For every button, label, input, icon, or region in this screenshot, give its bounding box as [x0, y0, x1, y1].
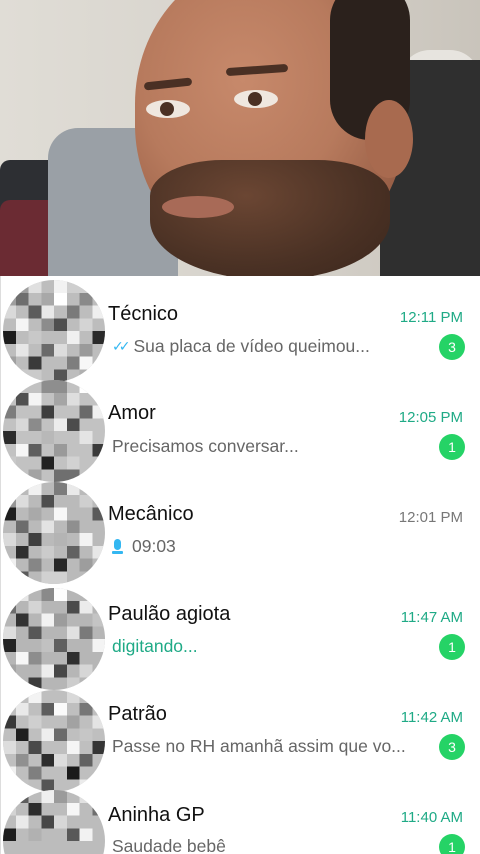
chat-item-mecanico[interactable]: Mecânico 12:01 PM 09:03 — [1, 478, 480, 584]
chat-time: 11:42 AM — [400, 709, 463, 726]
chat-item-paulao-agiota[interactable]: Paulão agiota 11:47 AM digitando... 1 — [1, 578, 480, 690]
chat-time: 11:47 AM — [400, 609, 463, 626]
chat-item-aninha-gp[interactable]: Aninha GP 11:40 AM Saudade bebê 1 — [1, 778, 480, 854]
chat-preview: digitando... — [112, 636, 198, 656]
unread-badge: 3 — [439, 734, 465, 760]
chat-preview-text: Sua placa de vídeo queimou... — [133, 336, 370, 356]
chat-time: 12:05 PM — [398, 409, 463, 426]
double-check-icon: ✓✓ — [112, 338, 131, 354]
avatar[interactable] — [3, 588, 105, 690]
video-photo — [0, 0, 480, 276]
avatar[interactable] — [3, 790, 105, 854]
chat-name: Aninha GP — [108, 804, 205, 826]
chat-preview: Saudade bebê — [112, 836, 226, 854]
avatar[interactable] — [3, 482, 105, 584]
chat-preview: ✓✓ Sua placa de vídeo queimou... — [112, 336, 370, 357]
avatar[interactable] — [3, 380, 105, 482]
unread-badge: 1 — [439, 434, 465, 460]
chat-preview: Precisamos conversar... — [112, 436, 299, 456]
chat-preview-text: 09:03 — [132, 536, 176, 556]
chat-time: 11:40 AM — [400, 809, 463, 826]
chat-item-amor[interactable]: Amor 12:05 PM Precisamos conversar... 1 — [1, 378, 480, 482]
chat-name: Técnico — [108, 303, 179, 325]
chat-list: Técnico 12:11 PM ✓✓ Sua placa de vídeo q… — [0, 276, 480, 854]
chat-time: 12:11 PM — [399, 309, 463, 326]
microphone-icon — [112, 538, 123, 555]
chat-name: Mecânico — [108, 503, 194, 525]
unread-badge: 1 — [439, 834, 465, 854]
avatar[interactable] — [3, 690, 105, 792]
unread-badge: 3 — [439, 334, 465, 360]
chat-name: Patrão — [108, 703, 167, 725]
chat-item-patrao[interactable]: Patrão 11:42 AM Passe no RH amanhã assim… — [1, 678, 480, 792]
chat-preview: Passe no RH amanhã assim que vo... — [112, 736, 406, 756]
chat-preview: 09:03 — [112, 536, 176, 557]
chat-time: 12:01 PM — [398, 509, 463, 526]
chat-name: Paulão agiota — [108, 603, 231, 625]
chat-name: Amor — [108, 402, 156, 424]
chat-item-tecnico[interactable]: Técnico 12:11 PM ✓✓ Sua placa de vídeo q… — [1, 278, 480, 382]
avatar[interactable] — [3, 280, 105, 382]
unread-badge: 1 — [439, 634, 465, 660]
